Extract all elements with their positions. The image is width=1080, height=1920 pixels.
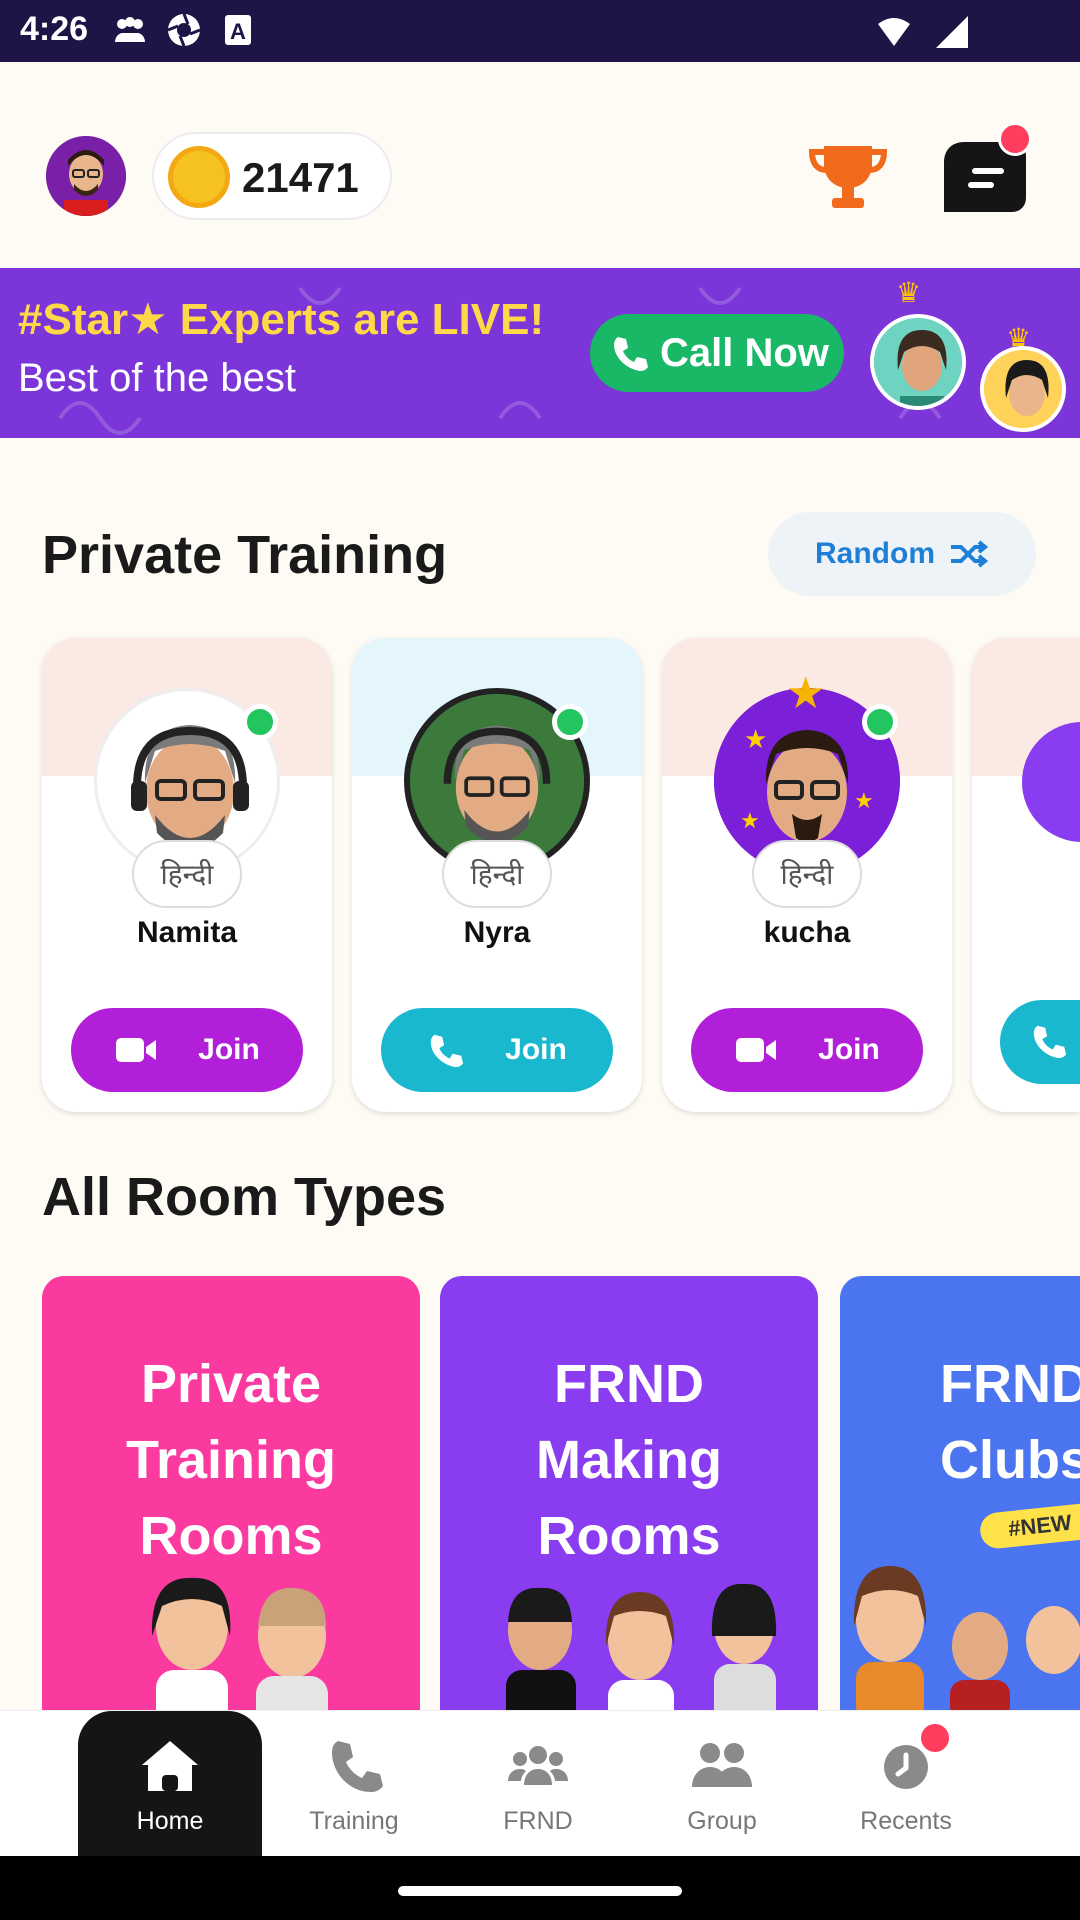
join-label: Join: [505, 1033, 567, 1066]
coin-icon: [168, 146, 230, 208]
join-label: Join: [198, 1033, 260, 1066]
nav-home[interactable]: Home: [78, 1711, 262, 1857]
friends-icon: [508, 1746, 568, 1785]
phone-icon: [614, 337, 648, 371]
svg-text:A: A: [230, 19, 246, 44]
svg-text:★: ★: [854, 789, 874, 814]
phone-icon: [430, 1034, 464, 1068]
status-bar: 4:26 A: [0, 0, 1080, 62]
gesture-bar: [0, 1856, 1080, 1920]
room-types-title: All Room Types: [42, 1167, 447, 1227]
home-indicator[interactable]: [398, 1886, 682, 1896]
expert-avatar: [870, 314, 966, 410]
nav-label: Recents: [860, 1807, 952, 1835]
trainer-card[interactable]: ★ ★ ★ ★ हिन्दी kucha Join: [662, 638, 952, 1112]
online-status-dot: [552, 704, 588, 740]
banner-title: #Star★ Experts are LIVE!: [18, 295, 545, 344]
call-now-button[interactable]: Call Now: [590, 314, 844, 392]
crown-icon: ♛: [896, 277, 922, 308]
room-illustration: [853, 1566, 1080, 1716]
call-now-label: Call Now: [660, 330, 829, 375]
join-audio-button[interactable]: Join: [381, 1008, 613, 1092]
nav-label: Home: [136, 1807, 204, 1835]
banner-subtitle: Best of the best: [18, 356, 296, 400]
chat-notification-dot: [998, 122, 1032, 156]
join-label: Join: [818, 1033, 880, 1066]
room-title: FRND Clubs: [940, 1354, 1080, 1490]
coin-balance[interactable]: 21471: [152, 132, 392, 220]
random-button[interactable]: Random: [768, 512, 1036, 596]
trainer-name: Namita: [136, 916, 238, 949]
top-header: 21471: [0, 62, 1080, 268]
svg-text:★: ★: [744, 725, 767, 755]
chat-button[interactable]: [940, 122, 1032, 220]
trophy-icon[interactable]: [808, 142, 888, 212]
room-illustration: [506, 1583, 777, 1716]
online-status-dot: [862, 704, 898, 740]
shuffle-icon: [951, 540, 989, 568]
group-icon: [692, 1743, 752, 1787]
svg-text:★: ★: [740, 809, 760, 834]
trainer-name: Nyra: [463, 916, 531, 949]
star-icon: ★: [786, 669, 826, 718]
signal-icon: [936, 16, 968, 48]
nav-training[interactable]: Training: [262, 1711, 446, 1857]
phone-icon: [332, 1741, 383, 1792]
nav-label: FRND: [503, 1807, 573, 1835]
join-video-button[interactable]: Join: [691, 1008, 923, 1092]
coin-count: 21471: [242, 154, 359, 201]
status-time: 4:26: [20, 10, 89, 48]
recents-notification-dot: [918, 1721, 952, 1755]
random-label: Random: [815, 537, 935, 570]
phone-icon: [1033, 1025, 1067, 1059]
join-video-button[interactable]: Join: [71, 1008, 303, 1092]
language-badge: हिन्दी: [442, 840, 552, 908]
video-camera-icon: [736, 1038, 777, 1062]
trainer-card[interactable]: हिन्दी Namita Join: [42, 638, 332, 1112]
room-tile-private-training[interactable]: Private Training Rooms: [42, 1276, 420, 1716]
room-tile-frnd-clubs[interactable]: FRND Clubs: [840, 1276, 1080, 1716]
room-title: FRND Making Rooms: [535, 1354, 723, 1566]
online-status-dot: [242, 704, 278, 740]
room-illustration: [151, 1577, 328, 1716]
language-badge: हिन्दी: [132, 840, 242, 908]
nav-group[interactable]: Group: [630, 1711, 814, 1857]
avatar[interactable]: [46, 136, 126, 216]
aperture-icon: [167, 13, 201, 47]
trainer-card[interactable]: हिन्दी Nyra Join: [352, 638, 642, 1112]
expert-avatar: [980, 346, 1066, 432]
private-training-title: Private Training: [42, 525, 448, 585]
join-audio-button[interactable]: [1000, 1000, 1080, 1084]
star-experts-banner[interactable]: #Star★ Experts are LIVE! Best of the bes…: [0, 268, 1080, 438]
nav-frnd[interactable]: FRND: [446, 1711, 630, 1857]
room-tile-frnd-making[interactable]: FRND Making Rooms: [440, 1276, 818, 1716]
nav-label: Training: [309, 1807, 399, 1835]
wifi-icon: [878, 18, 910, 46]
nav-label: Group: [687, 1807, 757, 1835]
bottom-navigation: Home Training FRND Group Recents: [0, 1710, 1080, 1857]
language-badge: हिन्दी: [752, 840, 862, 908]
a-icon: A: [225, 15, 251, 45]
room-title: Private Training Rooms: [125, 1354, 336, 1566]
home-icon: [142, 1741, 198, 1791]
trainer-name: kucha: [763, 916, 851, 949]
nav-recents[interactable]: Recents: [814, 1711, 998, 1857]
trainer-card-partial[interactable]: [972, 638, 1080, 1112]
video-camera-icon: [116, 1038, 157, 1062]
people-icon: [115, 17, 145, 42]
